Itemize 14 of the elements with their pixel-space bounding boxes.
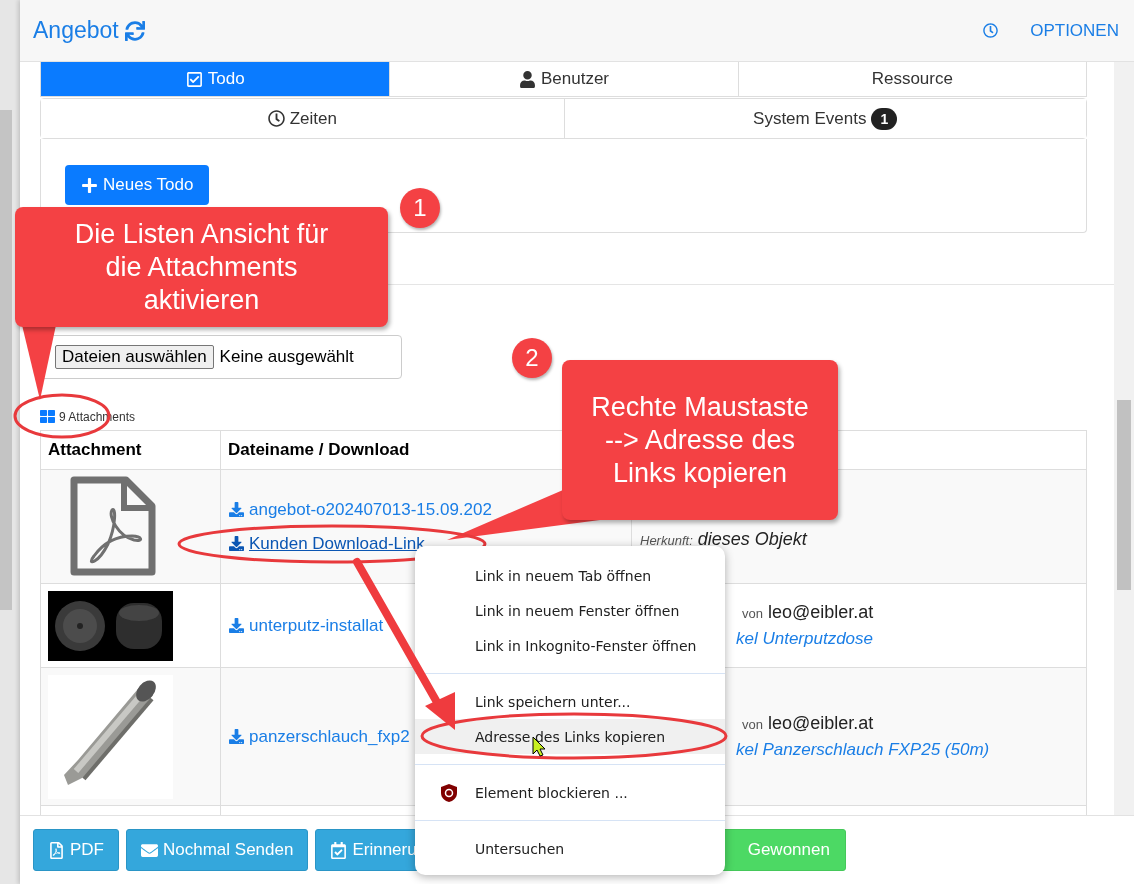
callout: Rechte Maustaste --> Adresse des Links kopieren (562, 360, 838, 520)
uploader-label: von (742, 717, 763, 732)
uploader-email: leo@eibler.at (767, 602, 874, 623)
origin-label: Herkunft: (640, 533, 693, 548)
column-header: Attachment (47, 439, 143, 461)
step-badge: 2 (512, 338, 552, 378)
modal-title: Angebot (33, 17, 119, 44)
uploader-email: leo@eibler.at (767, 713, 874, 734)
origin-value: dieses Objekt (697, 529, 807, 550)
step-badge: 1 (400, 188, 440, 228)
callout: Die Listen Ansicht für die Attachments aktivieren (15, 207, 388, 327)
file-status: Keine ausgewählt (219, 347, 354, 367)
count-badge: 1 (871, 107, 898, 130)
uploader-label: von (742, 606, 763, 621)
